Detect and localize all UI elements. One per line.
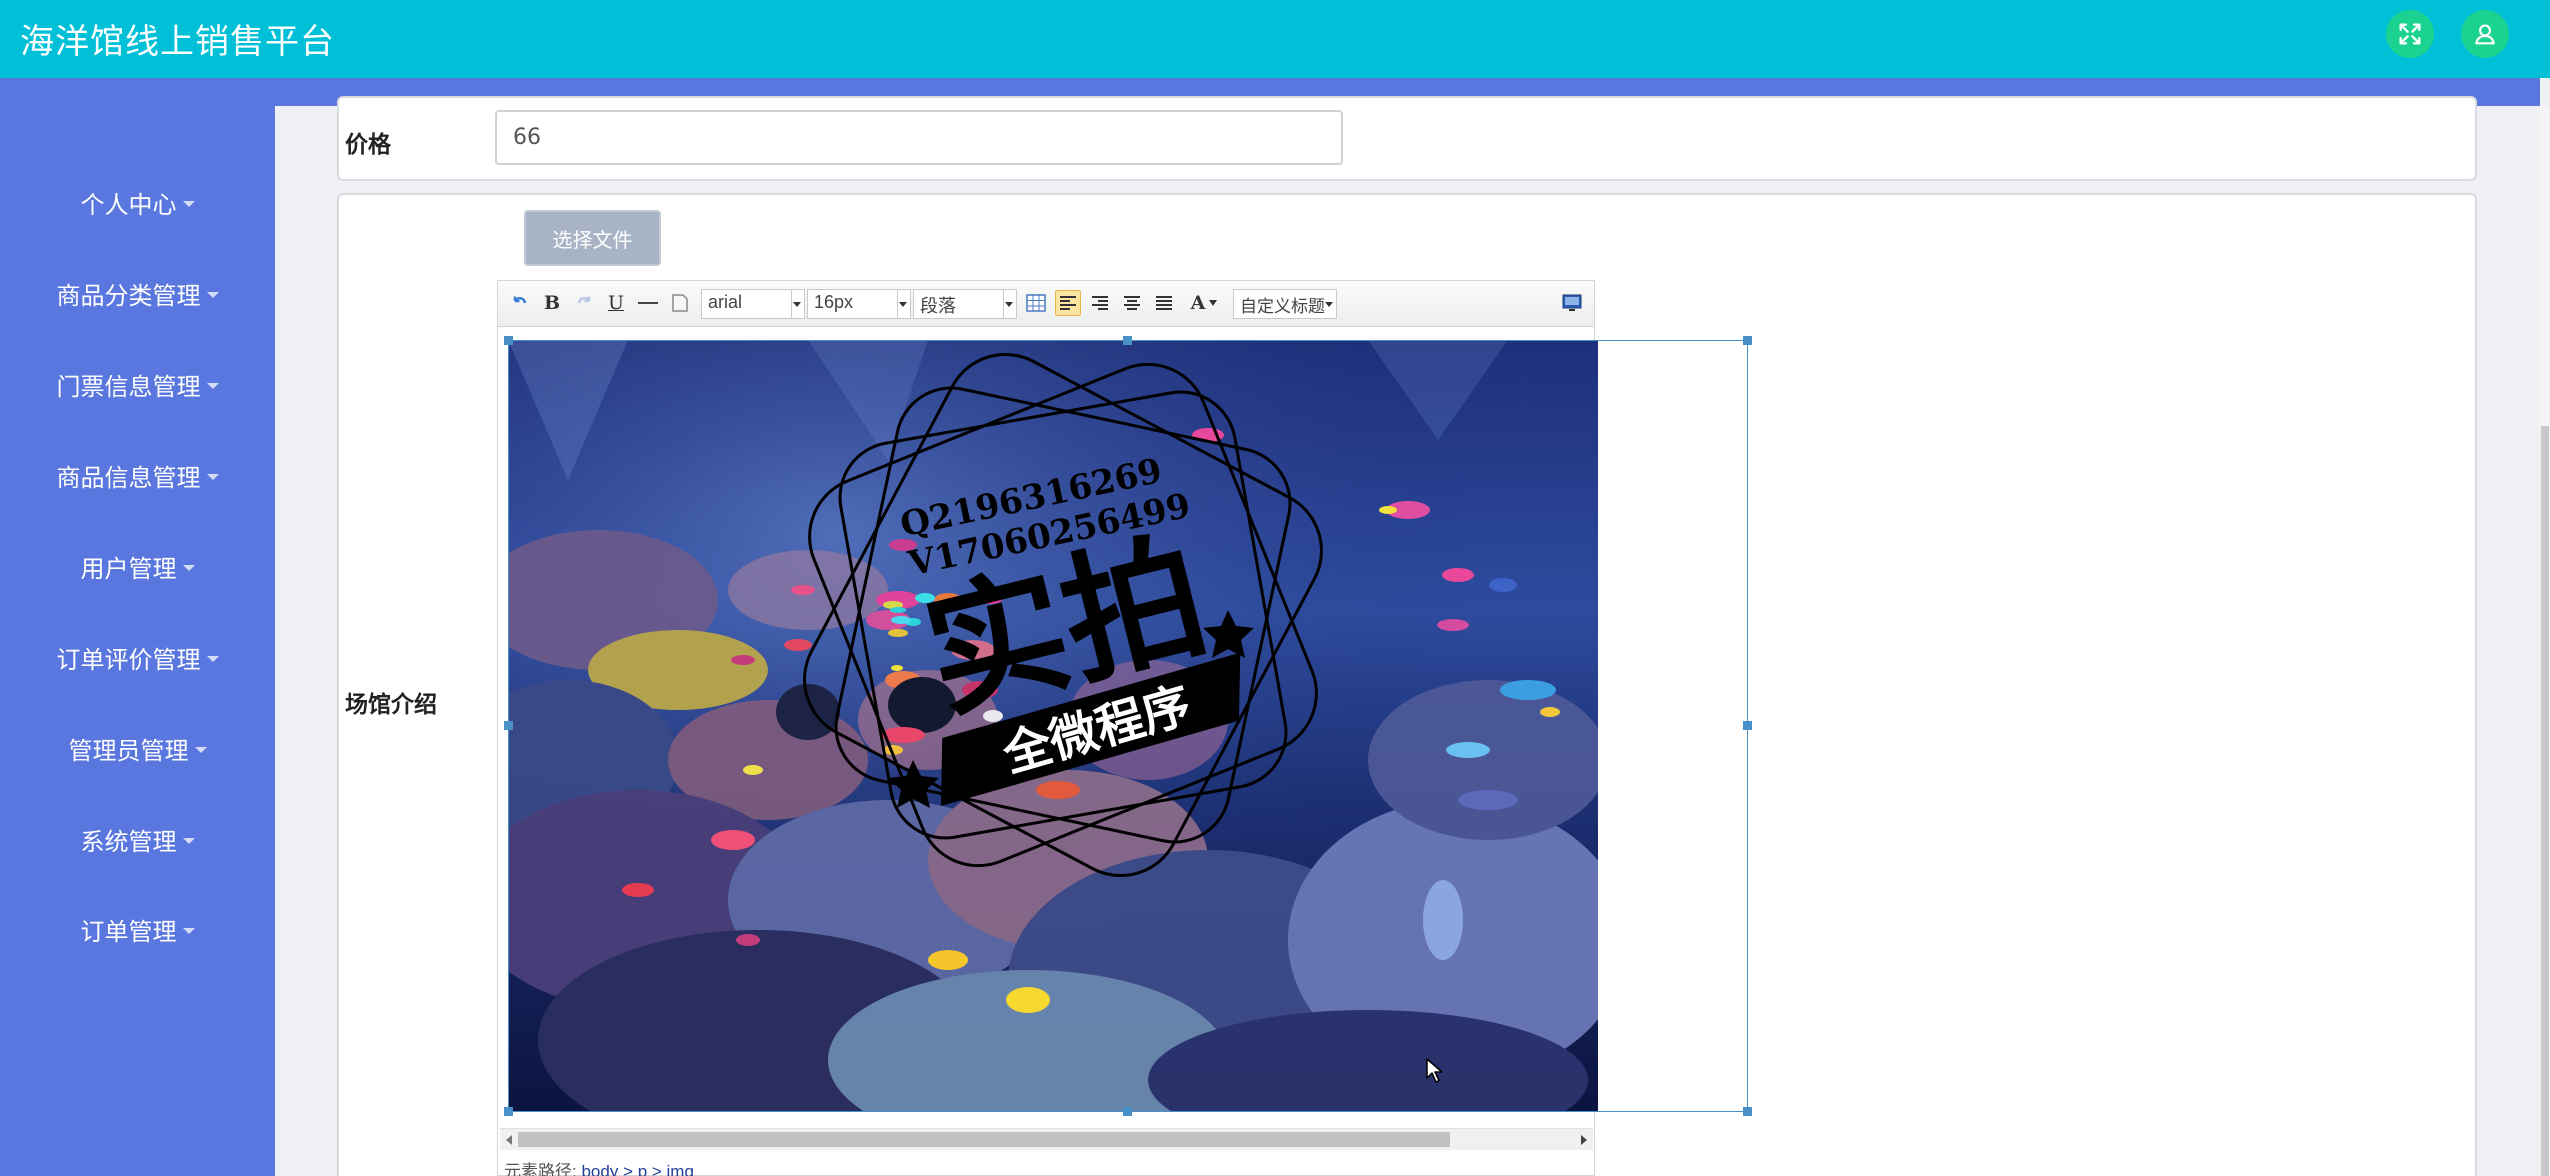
sidebar-item-review-management[interactable]: 订单评价管理 <box>0 627 275 687</box>
align-right-icon[interactable] <box>1087 290 1113 316</box>
sidebar-item-product-management[interactable]: 商品信息管理 <box>0 445 275 505</box>
page-scrollbar[interactable] <box>2540 106 2550 1176</box>
image-selection-frame <box>508 340 1748 1112</box>
align-justify-icon[interactable] <box>1151 290 1177 316</box>
sidebar-item-system-management[interactable]: 系统管理 <box>0 809 275 869</box>
select-divider <box>791 290 792 318</box>
page-scrollbar-thumb[interactable] <box>2541 426 2549 1176</box>
chevron-down-icon <box>182 838 195 844</box>
sidebar-item-label: 管理员管理 <box>68 736 189 765</box>
sidebar-item-label: 门票信息管理 <box>56 372 201 401</box>
custom-title-value: 自定义标题 <box>1240 297 1325 316</box>
page-icon[interactable] <box>667 290 693 316</box>
resize-handle[interactable] <box>1123 336 1132 345</box>
font-family-value: arial <box>708 292 743 312</box>
resize-handle[interactable] <box>1743 336 1752 345</box>
chevron-down-icon <box>182 201 195 207</box>
preview-icon[interactable] <box>1559 290 1585 316</box>
dropdown-arrow-icon <box>793 302 801 307</box>
chevron-down-icon <box>206 474 219 480</box>
sidebar-item-label: 订单评价管理 <box>56 645 201 674</box>
fullscreen-button[interactable] <box>2386 10 2434 58</box>
chevron-down-icon <box>194 747 207 753</box>
horizontal-rule-icon[interactable] <box>635 290 661 316</box>
redo-icon[interactable] <box>571 290 597 316</box>
resize-handle[interactable] <box>504 336 513 345</box>
sidebar-item-user-management[interactable]: 用户管理 <box>0 536 275 596</box>
font-family-select[interactable]: arial <box>701 289 805 319</box>
resize-handle[interactable] <box>1123 1107 1132 1116</box>
choose-file-button[interactable]: 选择文件 <box>524 210 661 266</box>
font-size-value: 16px <box>814 292 854 312</box>
sidebar-item-label: 订单管理 <box>80 917 177 946</box>
font-color-dropdown-icon[interactable] <box>1207 290 1219 316</box>
sidebar-item-label: 用户管理 <box>80 554 177 583</box>
sidebar-item-personal-center[interactable]: 个人中心 <box>0 172 275 232</box>
sidebar: 个人中心 商品分类管理 门票信息管理 商品信息管理 用户管理 订单评价管理 管理… <box>0 78 275 1176</box>
price-input[interactable] <box>495 110 1343 165</box>
intro-label: 场馆介绍 <box>345 692 437 718</box>
font-size-select[interactable]: 16px <box>807 289 911 319</box>
chevron-down-icon <box>206 656 219 662</box>
sidebar-item-label: 商品信息管理 <box>56 463 201 492</box>
chevron-down-icon <box>206 383 219 389</box>
scrollbar-thumb[interactable] <box>518 1132 1450 1147</box>
price-label: 价格 <box>345 132 391 158</box>
select-divider <box>897 290 898 318</box>
user-button[interactable] <box>2461 10 2509 58</box>
resize-handle[interactable] <box>1743 721 1752 730</box>
paragraph-value: 段落 <box>920 296 956 316</box>
chevron-down-icon <box>182 928 195 934</box>
undo-icon[interactable] <box>507 290 533 316</box>
scroll-left-icon[interactable] <box>506 1135 512 1145</box>
mouse-cursor-icon <box>1426 1058 1443 1083</box>
editor-horizontal-scrollbar[interactable] <box>500 1128 1593 1150</box>
dropdown-arrow-icon <box>899 302 907 307</box>
expand-arrows-icon <box>2399 23 2421 45</box>
sidebar-item-ticket-management[interactable]: 门票信息管理 <box>0 354 275 414</box>
sidebar-item-category-management[interactable]: 商品分类管理 <box>0 263 275 323</box>
element-path: 元素路径: body > p > img <box>504 1157 694 1176</box>
dropdown-arrow-icon <box>1325 302 1333 307</box>
paragraph-select[interactable]: 段落 <box>913 289 1017 319</box>
chevron-down-icon <box>182 565 195 571</box>
bold-icon[interactable]: B <box>539 290 565 316</box>
select-divider <box>1003 290 1004 318</box>
user-icon <box>2475 24 2495 45</box>
underline-icon[interactable]: U <box>603 290 629 316</box>
font-color-glyph: A <box>1190 292 1206 314</box>
sidebar-item-admin-management[interactable]: 管理员管理 <box>0 718 275 778</box>
app-title: 海洋馆线上销售平台 <box>20 22 335 62</box>
chevron-down-icon <box>206 292 219 298</box>
dropdown-arrow-icon <box>1005 302 1013 307</box>
align-center-icon[interactable] <box>1119 290 1145 316</box>
element-path-label: 元素路径: <box>504 1162 577 1176</box>
editor-toolbar: B U arial 16px 段落 A 自定义标题 <box>498 281 1594 327</box>
resize-handle[interactable] <box>504 1107 513 1116</box>
sidebar-item-label: 商品分类管理 <box>56 281 201 310</box>
align-left-icon[interactable] <box>1055 290 1081 316</box>
sidebar-item-label: 个人中心 <box>80 190 177 219</box>
resize-handle[interactable] <box>504 721 513 730</box>
sidebar-item-label: 系统管理 <box>80 827 177 856</box>
top-bar: 海洋馆线上销售平台 <box>0 0 2550 78</box>
table-icon[interactable] <box>1023 290 1049 316</box>
element-path-value[interactable]: body > p > img <box>581 1162 693 1176</box>
sidebar-item-order-management[interactable]: 订单管理 <box>0 899 275 959</box>
scroll-right-icon[interactable] <box>1581 1135 1587 1145</box>
resize-handle[interactable] <box>1743 1107 1752 1116</box>
custom-title-select[interactable]: 自定义标题 <box>1233 289 1337 319</box>
